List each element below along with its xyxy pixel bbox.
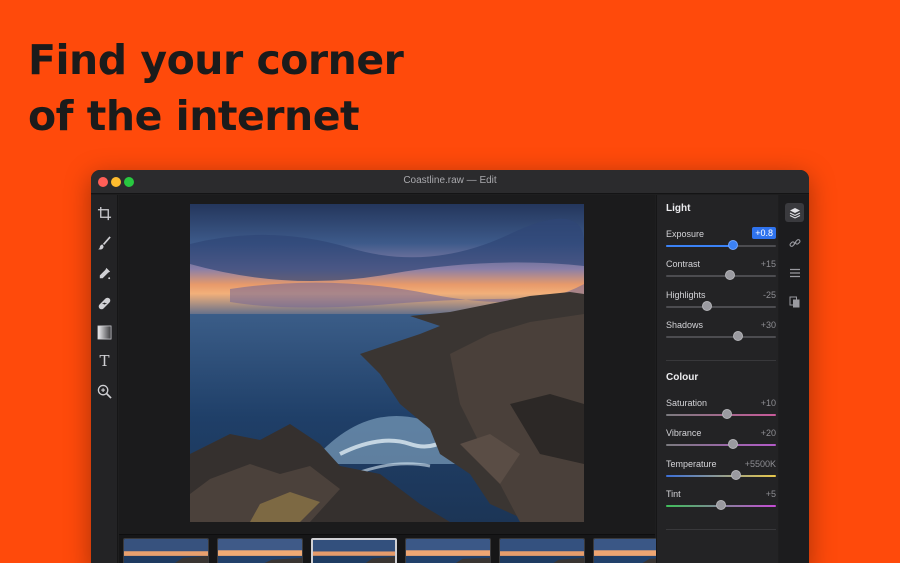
temperature-handle[interactable] (731, 470, 741, 480)
inspector-tabs (779, 195, 809, 563)
zoom-icon (97, 384, 112, 399)
contrast-label: Contrast (666, 259, 701, 269)
thumbnail-4[interactable] (405, 538, 491, 563)
vibrance-label: Vibrance (666, 428, 702, 438)
filmstrip (119, 534, 679, 563)
app-window: Coastline.raw — Edit T Light Exposure +0… (91, 170, 809, 563)
link-icon (789, 238, 800, 247)
text-icon: T (99, 352, 110, 370)
layers-icon (789, 207, 800, 219)
layers-tab[interactable] (785, 203, 804, 222)
tool-palette: T (91, 195, 118, 563)
contrast-slider[interactable]: Contrast +15 (666, 259, 776, 289)
vibrance-value: +20 (760, 428, 776, 438)
headline: Find your corner of the internet (28, 32, 588, 144)
gradient-icon (97, 325, 112, 340)
link-tab[interactable] (785, 233, 804, 252)
shadows-track[interactable] (666, 336, 776, 338)
list-icon (789, 268, 800, 277)
list-tab[interactable] (785, 263, 804, 282)
vibrance-slider[interactable]: Vibrance +20 (666, 428, 776, 458)
text-tool[interactable]: T (96, 353, 113, 370)
highlights-handle[interactable] (702, 301, 712, 311)
highlights-label: Highlights (666, 290, 706, 300)
highlights-track[interactable] (666, 306, 776, 308)
tint-slider[interactable]: Tint +5 (666, 489, 776, 519)
vibrance-track[interactable] (666, 444, 776, 446)
copy-icon (789, 296, 799, 307)
thumbnail-5[interactable] (499, 538, 585, 563)
temperature-track[interactable] (666, 475, 776, 477)
shadows-slider[interactable]: Shadows +30 (666, 320, 776, 350)
exposure-handle[interactable] (728, 240, 738, 250)
exposure-slider[interactable]: Exposure +0.8 (666, 227, 776, 259)
section-title-colour: Colour (666, 372, 699, 383)
contrast-handle[interactable] (725, 270, 735, 280)
thumbnail-2[interactable] (217, 538, 303, 563)
window-title: Coastline.raw — Edit (403, 175, 497, 186)
exposure-label: Exposure (666, 229, 705, 239)
headline-line-1: Find your corner (28, 36, 404, 84)
copy-tab[interactable] (785, 292, 804, 311)
shadows-handle[interactable] (733, 331, 743, 341)
vibrance-handle[interactable] (728, 439, 738, 449)
coastline-photo[interactable] (190, 204, 584, 522)
exposure-value[interactable]: +0.8 (752, 227, 776, 239)
temperature-label: Temperature (666, 459, 717, 469)
saturation-handle[interactable] (722, 409, 732, 419)
exposure-track[interactable] (666, 245, 776, 247)
eyedropper-tool[interactable] (96, 265, 113, 282)
temperature-value: +5500K (744, 459, 776, 469)
title-bar: Coastline.raw — Edit (91, 170, 809, 194)
thumbnail-3-selected[interactable] (311, 538, 397, 563)
highlights-value: -25 (762, 290, 776, 300)
shadows-value: +30 (760, 320, 776, 330)
brush-icon (97, 236, 111, 250)
zoom-tool[interactable] (96, 383, 113, 400)
tint-handle[interactable] (716, 500, 726, 510)
crop-tool[interactable] (96, 205, 113, 222)
bandage-icon (98, 297, 111, 310)
gradient-tool[interactable] (96, 324, 113, 341)
tint-value: +5 (765, 489, 776, 499)
canvas-area[interactable] (119, 195, 655, 534)
headline-line-2: of the internet (28, 92, 360, 140)
temperature-slider[interactable]: Temperature +5500K (666, 459, 776, 489)
eyedropper-icon (99, 267, 111, 280)
saturation-value: +10 (760, 398, 776, 408)
saturation-slider[interactable]: Saturation +10 (666, 398, 776, 428)
adjustments-panel: Light Exposure +0.8 Contrast +15 Highlig… (656, 195, 778, 563)
section-divider-bottom (666, 529, 776, 530)
section-title-light: Light (666, 203, 691, 214)
section-divider (666, 360, 776, 361)
contrast-value: +15 (760, 259, 776, 269)
heal-tool[interactable] (96, 295, 113, 312)
brush-tool[interactable] (96, 235, 113, 252)
saturation-track[interactable] (666, 414, 776, 416)
thumbnail-1[interactable] (123, 538, 209, 563)
saturation-label: Saturation (666, 398, 708, 408)
crop-icon (97, 206, 112, 221)
highlights-slider[interactable]: Highlights -25 (666, 290, 776, 320)
contrast-track[interactable] (666, 275, 776, 277)
shadows-label: Shadows (666, 320, 704, 330)
tint-label: Tint (666, 489, 681, 499)
